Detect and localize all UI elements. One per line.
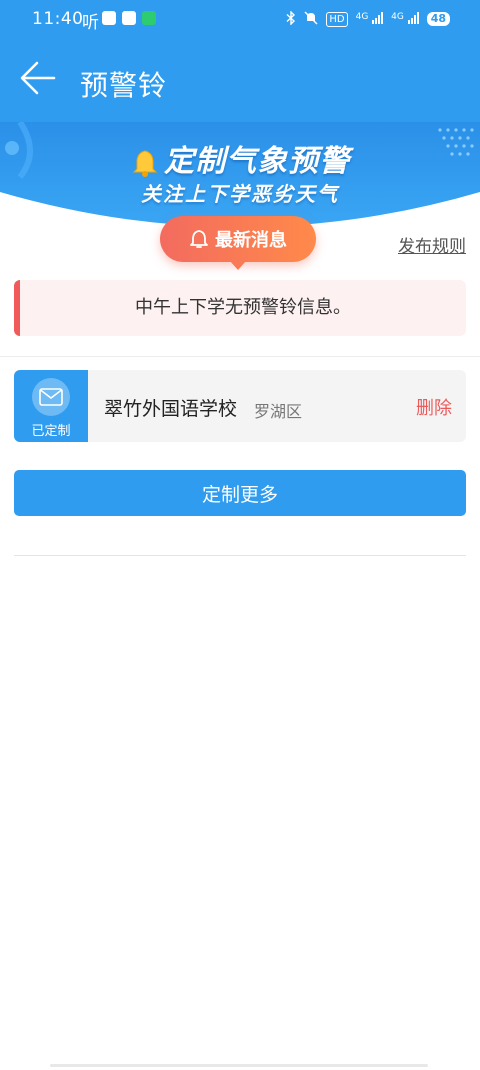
- publish-rules-link[interactable]: 发布规则: [398, 232, 466, 257]
- hd-icon: HD: [326, 11, 348, 27]
- signal-1-icon: 4G: [355, 11, 384, 27]
- bell-icon: [132, 149, 158, 177]
- green-app-icon: [142, 11, 156, 25]
- latest-news-tab[interactable]: 最新消息: [160, 216, 316, 270]
- network-type-2: 4G: [391, 11, 404, 22]
- mute-icon: [304, 10, 318, 28]
- delete-button[interactable]: 删除: [416, 394, 452, 420]
- page: 11:40 听 HD 4G 4G 48 预警铃 定制气象预警 关注上下学恶劣天气…: [0, 0, 480, 1070]
- notice-box: 中午上下学无预警铃信息。: [14, 280, 466, 336]
- banner-subtitle: 关注上下学恶劣天气: [141, 182, 339, 206]
- mail-icon: [32, 378, 70, 416]
- status-bar: 11:40 听 HD 4G 4G 48: [0, 0, 480, 38]
- status-app-label: 听: [82, 13, 99, 33]
- status-time: 11:40: [32, 9, 84, 29]
- subscribed-label: 已定制: [31, 424, 71, 439]
- notice-text: 中午上下学无预警铃信息。: [135, 297, 351, 318]
- status-indicators: HD 4G 4G 48: [286, 9, 450, 28]
- network-type-1: 4G: [355, 11, 369, 22]
- header: 11:40 听 HD 4G 4G 48 预警铃: [0, 0, 480, 122]
- bottom-divider: [14, 555, 466, 556]
- bluetooth-icon: [286, 9, 296, 28]
- subscription-card[interactable]: 已定制 翠竹外国语学校 罗湖区 删除: [14, 370, 466, 442]
- subscribed-badge: 已定制: [14, 370, 88, 442]
- signal-2-icon: 4G: [391, 11, 419, 27]
- back-arrow-icon[interactable]: [20, 60, 56, 96]
- video-app-icon: [102, 11, 116, 25]
- banner-title: 定制气象预警: [0, 136, 480, 180]
- school-name: 翠竹外国语学校: [104, 398, 238, 420]
- cloud-app-icon: [122, 11, 136, 25]
- banner-title-text: 定制气象预警: [164, 144, 350, 179]
- section-divider: [0, 356, 480, 357]
- app-bar: 预警铃: [0, 38, 480, 122]
- alarm-bell-icon: [190, 230, 208, 248]
- page-title: 预警铃: [80, 69, 168, 102]
- district-label: 罗湖区: [254, 402, 303, 421]
- latest-news-label: 最新消息: [215, 230, 287, 251]
- customize-more-button[interactable]: 定制更多: [14, 470, 466, 516]
- battery-icon: 48: [426, 12, 450, 26]
- home-indicator[interactable]: [50, 1064, 428, 1067]
- pill-pointer: [230, 261, 246, 270]
